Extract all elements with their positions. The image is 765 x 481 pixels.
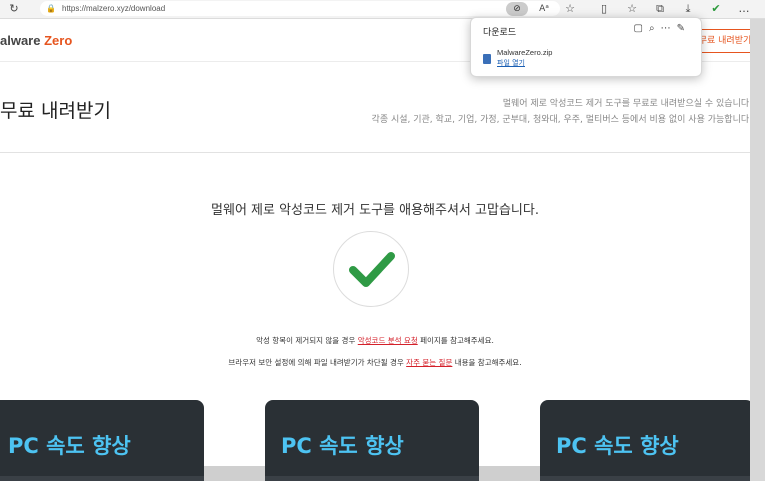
page-content: alware Zero 무료 내려받기 무료 내려받기 멀웨어 제로 악성코드 …: [0, 19, 750, 481]
faq-note: 브라우저 보안 설정에 의해 파일 내려받기가 차단될 경우 자주 묻는 질문 …: [0, 357, 750, 368]
split-screen-icon[interactable]: ▯: [596, 1, 612, 17]
note1-text: 악성 항목이 제거되지 않을 경우: [256, 336, 358, 345]
check-icon: [349, 252, 395, 287]
note2-text: 브라우저 보안 설정에 의해 파일 내려받기가 차단될 경우: [228, 358, 407, 367]
collections-icon[interactable]: ⧉: [652, 1, 668, 17]
folder-icon[interactable]: ▢: [634, 23, 649, 34]
eye-slash-icon[interactable]: ⊘: [506, 2, 528, 16]
more-icon[interactable]: ⋯: [661, 23, 677, 34]
card-footer: [0, 476, 204, 481]
download-popup-title: 다운로드: [483, 28, 517, 38]
feature-card[interactable]: PC 속도 향상: [0, 400, 204, 481]
lock-icon[interactable]: 🔒: [46, 1, 56, 16]
analysis-request-note: 악성 항목이 제거되지 않을 경우 악성코드 분석 요청 페이지를 참고해주세요…: [0, 335, 750, 346]
page-title: 무료 내려받기: [0, 100, 111, 122]
card-title: PC 속도 향상: [556, 434, 679, 458]
star-icon[interactable]: ☆: [562, 1, 578, 17]
logo-text-malware: alware: [0, 33, 41, 48]
faq-link[interactable]: 자주 묻는 질문: [406, 358, 452, 367]
thanks-message: 멀웨어 제로 악성코드 제거 도구를 애용해주셔서 고맙습니다.: [211, 203, 539, 218]
card-title: PC 속도 향상: [8, 434, 131, 458]
note1-text-end: 페이지를 참고해주세요.: [417, 336, 494, 345]
download-popup: 다운로드 ▢⌕⋯✎ MalwareZero.zip 파일 열기: [470, 17, 702, 77]
pin-icon[interactable]: ✎: [677, 23, 691, 34]
download-icon[interactable]: ⤓: [680, 1, 696, 17]
refresh-icon[interactable]: ↻: [6, 1, 22, 17]
zip-file-icon: [483, 54, 491, 64]
open-file-link[interactable]: 파일 열기: [497, 58, 525, 68]
read-aloud-icon[interactable]: Aᵃ: [536, 1, 552, 17]
analysis-request-link[interactable]: 악성코드 분석 요청: [358, 336, 418, 345]
feature-card[interactable]: PC 속도 향상: [540, 400, 750, 481]
card-footer: [540, 476, 750, 481]
page-description-2: 각종 시설, 기관, 학교, 기업, 가정, 군부대, 청와대, 우주, 멀티버…: [371, 115, 750, 125]
extension-icon[interactable]: ✔: [708, 1, 724, 17]
card-footer: [265, 476, 479, 481]
search-icon[interactable]: ⌕: [649, 23, 661, 34]
url-text: https://malzero.xyz/download: [62, 4, 166, 13]
card-title: PC 속도 향상: [281, 434, 404, 458]
download-file-name[interactable]: MalwareZero.zip: [497, 48, 552, 57]
more-icon[interactable]: …: [736, 1, 752, 17]
feature-card[interactable]: PC 속도 향상: [265, 400, 479, 481]
site-logo[interactable]: alware Zero: [0, 33, 72, 48]
logo-text-zero: Zero: [44, 33, 73, 48]
divider: [0, 152, 750, 153]
address-bar[interactable]: 🔒 https://malzero.xyz/download: [40, 1, 560, 16]
note2-text-end: 내용을 참고해주세요.: [452, 358, 522, 367]
download-popup-actions: ▢⌕⋯✎: [634, 23, 691, 34]
success-check-circle: [333, 231, 409, 307]
page-description-1: 멀웨어 제로 악성코드 제거 도구를 무료로 내려받으실 수 있습니다.: [502, 99, 750, 109]
scrollbar[interactable]: [750, 19, 765, 481]
favorites-list-icon[interactable]: ☆: [624, 1, 640, 17]
